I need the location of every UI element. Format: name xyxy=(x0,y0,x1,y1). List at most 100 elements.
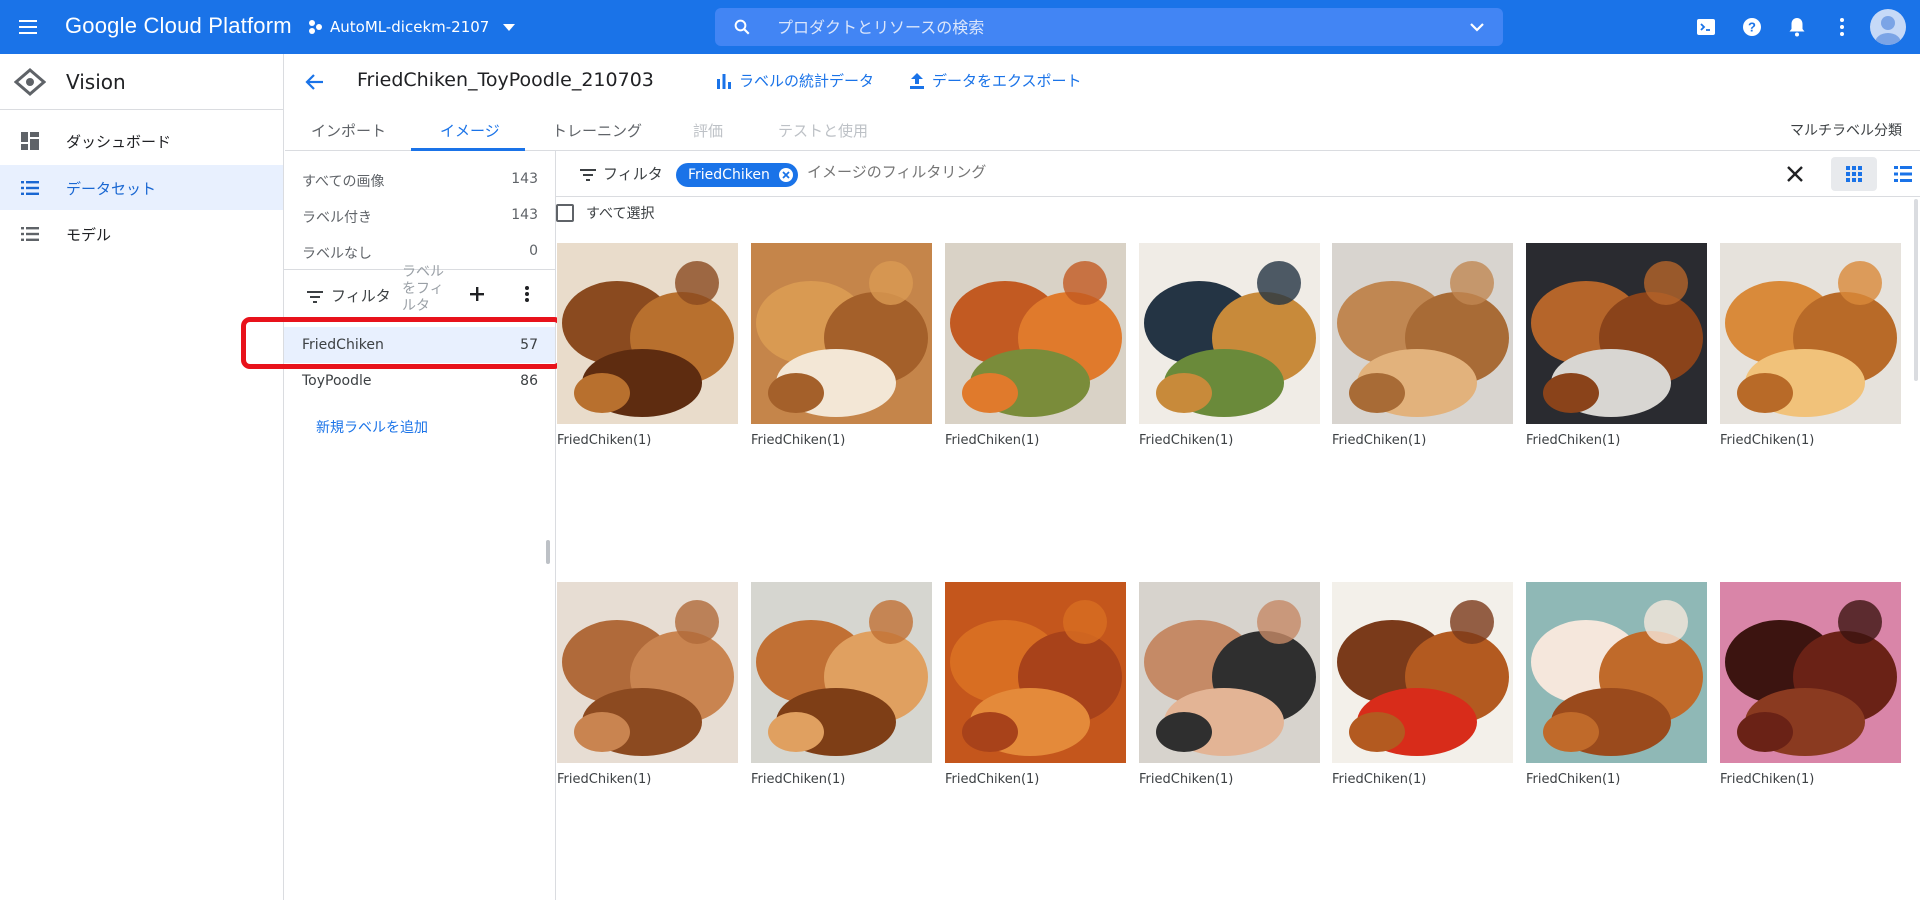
fried-chicken-image xyxy=(1526,243,1707,424)
label-stats-label: ラベルの統計データ xyxy=(739,72,875,90)
highlight-box xyxy=(241,317,563,369)
nav-item-dashboard[interactable]: ダッシュボード xyxy=(0,118,283,163)
bar-chart-icon xyxy=(717,73,731,89)
list-view-icon[interactable] xyxy=(1893,164,1913,184)
image-thumbnail[interactable] xyxy=(1139,582,1320,763)
fried-chicken-image xyxy=(557,582,738,763)
filter-icon xyxy=(580,169,596,181)
cancel-icon[interactable] xyxy=(778,167,794,183)
labeled-row[interactable]: ラベル付き 143 xyxy=(284,197,555,233)
fried-chicken-image xyxy=(1139,243,1320,424)
panel-resize-handle[interactable] xyxy=(546,540,550,564)
image-thumbnail[interactable] xyxy=(945,243,1126,424)
select-all[interactable]: すべて選択 xyxy=(556,203,654,223)
cloud-shell-icon[interactable] xyxy=(1694,15,1718,39)
tab-test-and-use[interactable]: テストと使用 xyxy=(778,120,868,141)
tab-images[interactable]: イメージ xyxy=(440,120,500,141)
fried-chicken-image xyxy=(751,243,932,424)
fried-chicken-image xyxy=(1332,582,1513,763)
image-thumbnail[interactable] xyxy=(751,243,932,424)
fried-chicken-image xyxy=(751,582,932,763)
image-thumbnail[interactable] xyxy=(1332,582,1513,763)
row-count: 143 xyxy=(511,171,538,187)
row-label: ラベルなし xyxy=(302,246,372,262)
image-thumbnail[interactable] xyxy=(1720,582,1901,763)
image-filter-input[interactable] xyxy=(807,163,1207,181)
top-app-bar: Google Cloud Platform AutoML-dicekm-2107… xyxy=(0,0,1920,54)
label-stats-button[interactable]: ラベルの統計データ xyxy=(715,70,874,91)
vision-logo-icon xyxy=(14,68,46,96)
left-navigation: Vision ダッシュボード データセット モデル xyxy=(0,54,284,900)
grid-view-toggle[interactable] xyxy=(1831,157,1877,191)
row-label: すべての画像 xyxy=(302,174,385,190)
chevron-down-icon[interactable] xyxy=(1469,19,1485,35)
image-thumbnail[interactable] xyxy=(557,582,738,763)
project-selector[interactable]: AutoML-dicekm-2107 xyxy=(308,14,516,40)
image-thumbnail[interactable] xyxy=(751,582,932,763)
list-icon xyxy=(21,181,39,195)
image-caption: FriedChiken(1) xyxy=(1332,433,1427,448)
export-data-button[interactable]: データをエクスポート xyxy=(908,70,1082,91)
fried-chicken-image xyxy=(945,243,1126,424)
dataset-header: FriedChiken_ToyPoodle_210703 ラベルの統計データ デ… xyxy=(285,54,1920,110)
image-caption: FriedChiken(1) xyxy=(1720,433,1815,448)
back-arrow-icon[interactable] xyxy=(303,70,327,94)
image-thumbnail[interactable] xyxy=(1720,243,1901,424)
label-name: ToyPoodle xyxy=(302,373,372,389)
all-images-row[interactable]: すべての画像 143 xyxy=(284,161,555,197)
notifications-icon[interactable] xyxy=(1785,15,1809,39)
image-thumbnail[interactable] xyxy=(1526,243,1707,424)
image-thumbnail[interactable] xyxy=(1526,582,1707,763)
select-all-label: すべて選択 xyxy=(586,206,655,222)
filter-icon xyxy=(307,291,323,303)
add-icon[interactable] xyxy=(467,284,487,304)
nav-item-datasets[interactable]: データセット xyxy=(0,165,283,210)
image-caption: FriedChiken(1) xyxy=(1139,433,1234,448)
nav-item-label: ダッシュボード xyxy=(66,133,172,151)
tab-training[interactable]: トレーニング xyxy=(552,120,642,141)
fried-chicken-image xyxy=(945,582,1126,763)
more-vert-icon[interactable] xyxy=(1830,15,1854,39)
image-caption: FriedChiken(1) xyxy=(751,433,846,448)
add-label-link[interactable]: 新規ラベルを追加 xyxy=(316,417,428,437)
image-filter-bar: フィルタ FriedChiken xyxy=(556,151,1920,197)
row-count: 0 xyxy=(529,243,538,259)
nav-item-models[interactable]: モデル xyxy=(0,211,283,256)
project-name: AutoML-dicekm-2107 xyxy=(330,18,490,36)
image-thumbnail[interactable] xyxy=(1332,243,1513,424)
image-thumbnail[interactable] xyxy=(1139,243,1320,424)
search-input[interactable] xyxy=(777,15,1417,39)
product-header: Vision xyxy=(0,54,284,110)
close-icon[interactable] xyxy=(1785,164,1805,184)
select-all-checkbox[interactable] xyxy=(556,204,574,222)
search-icon xyxy=(734,19,750,35)
image-caption: FriedChiken(1) xyxy=(945,433,1040,448)
filter-chip-label: FriedChiken xyxy=(688,167,770,183)
chevron-down-icon xyxy=(503,23,516,31)
upload-icon xyxy=(910,72,924,89)
tab-evaluate[interactable]: 評価 xyxy=(693,120,723,141)
dashboard-icon xyxy=(21,132,39,150)
menu-icon[interactable] xyxy=(16,15,40,39)
more-vert-icon[interactable] xyxy=(517,284,537,304)
scrollbar[interactable] xyxy=(1914,199,1918,381)
image-thumbnail[interactable] xyxy=(557,243,738,424)
filter-label: フィルタ xyxy=(331,287,391,305)
image-caption: FriedChiken(1) xyxy=(751,772,846,787)
nav-item-label: データセット xyxy=(66,180,157,198)
fried-chicken-image xyxy=(1139,582,1320,763)
help-icon[interactable]: ? xyxy=(1740,15,1764,39)
search-box[interactable] xyxy=(715,8,1503,46)
row-count: 143 xyxy=(511,207,538,223)
fried-chicken-image xyxy=(557,243,738,424)
label-panel: すべての画像 143 ラベル付き 143 ラベルなし 0 フィルタ ラベルをフィ… xyxy=(284,151,556,900)
image-thumbnail[interactable] xyxy=(945,582,1126,763)
avatar[interactable] xyxy=(1870,9,1906,45)
label-filter-input[interactable]: ラベルをフィルタ xyxy=(402,264,454,315)
filter-chip[interactable]: FriedChiken xyxy=(676,163,798,187)
image-caption: FriedChiken(1) xyxy=(1526,772,1621,787)
export-data-label: データをエクスポート xyxy=(932,72,1082,90)
classification-type: マルチラベル分類 xyxy=(1790,123,1902,139)
platform-title[interactable]: Google Cloud Platform xyxy=(65,13,292,39)
tab-import[interactable]: インポート xyxy=(311,120,386,141)
